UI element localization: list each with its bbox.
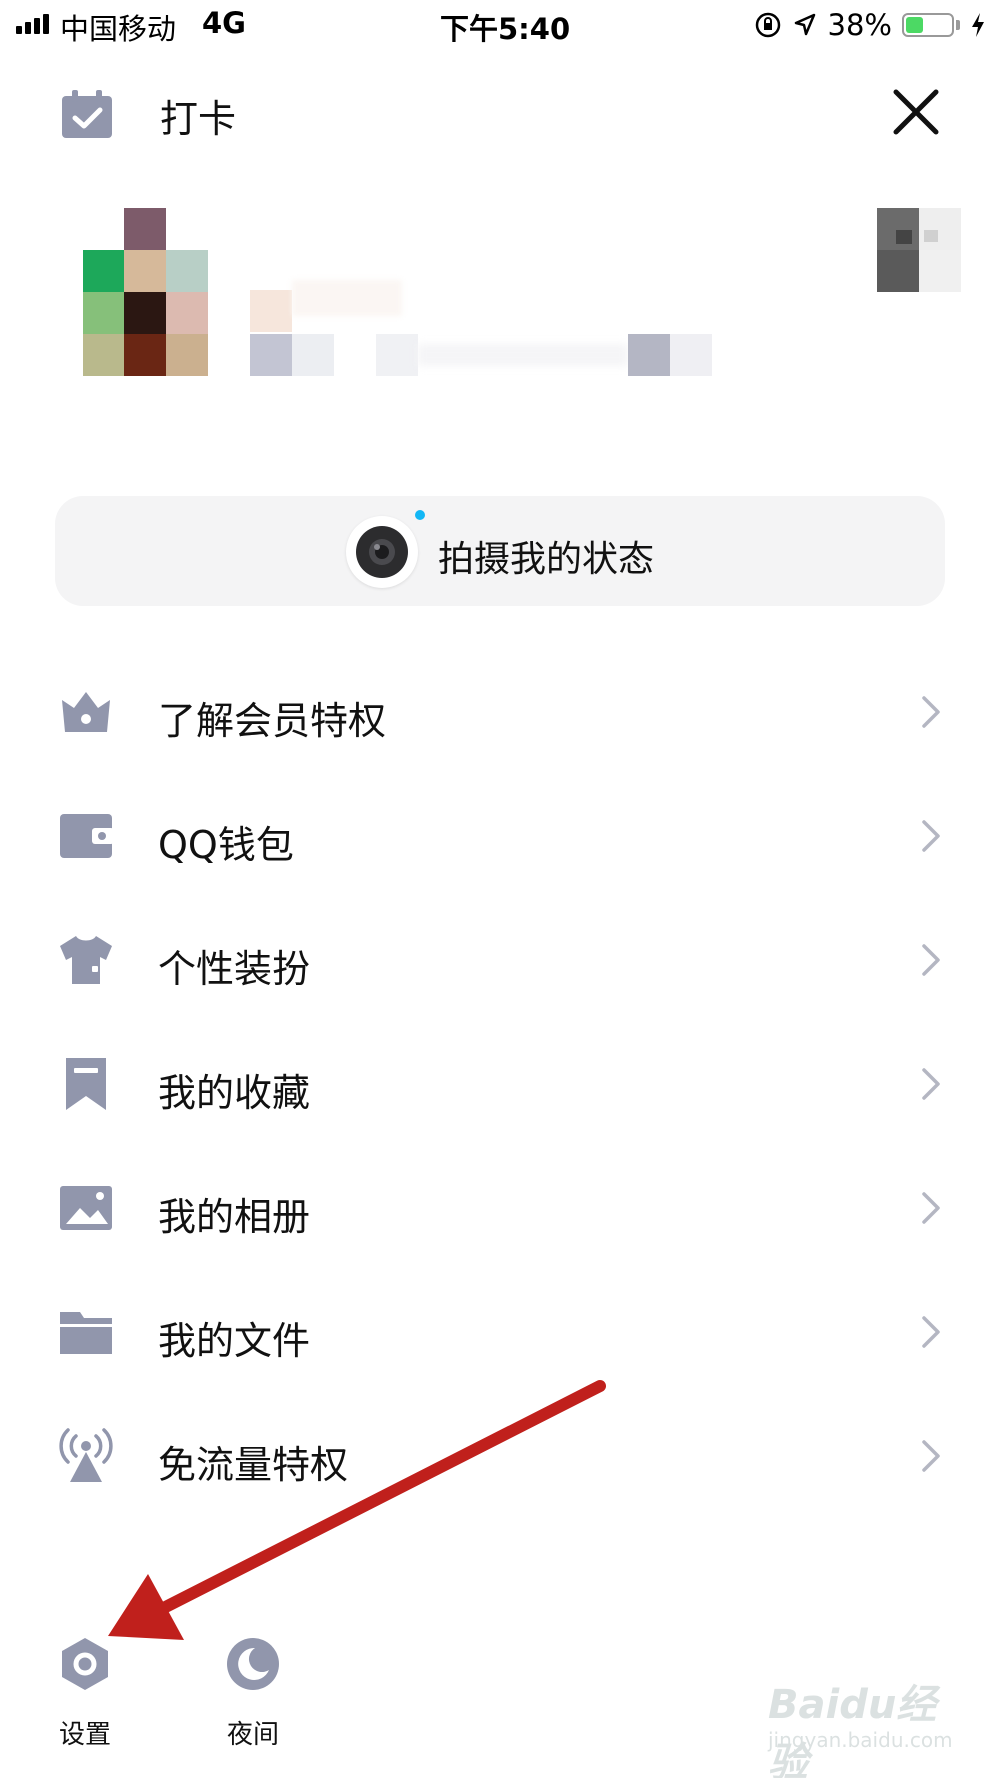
signal-tower-icon [59,1428,113,1482]
avatar-pixel [83,292,125,334]
wallet-icon [60,814,114,858]
baidu-watermark: Baidu经验 jingyan.baidu.com [768,1672,968,1778]
battery-icon [902,13,954,37]
settings-label: 设置 [58,1720,111,1750]
profile-drawer: 中国移动 4G 下午5:40 38% 打卡 拍摄我的状态 了解会员特权 QQ钱包… [0,0,1000,1778]
folder-icon [60,1312,112,1354]
chevron-right-icon [922,944,940,976]
network-type: 4G [202,6,246,40]
camera-lens [356,526,408,578]
calendar-check-icon[interactable] [60,90,114,140]
avatar-pixel [83,250,125,292]
battery-cap [956,20,960,30]
location-icon [794,13,815,36]
menu-item-label: 我的收藏 [158,1071,311,1115]
qr-pixel [919,208,961,250]
avatar-pixel [83,334,125,376]
menu-item-label: QQ钱包 [158,823,294,867]
menu-item-label: 个性装扮 [158,947,311,991]
gear-icon [62,1638,108,1690]
avatar-pixel [124,208,166,250]
qr-pixel [877,250,919,292]
status-time: 下午5:40 [440,12,571,46]
menu-item-files[interactable]: 我的文件 [0,1278,1000,1388]
qr-pixel [924,230,938,242]
avatar-pixel [166,292,208,334]
menu-item-label: 了解会员特权 [158,699,387,743]
watermark-brand: Baidu经验 [768,1682,937,1778]
chevron-right-icon [922,1068,940,1100]
signature-pixel [670,334,712,376]
close-icon[interactable] [890,86,942,138]
carrier-name: 中国移动 [60,12,177,46]
menu-item-label: 我的文件 [158,1319,311,1363]
chevron-right-icon [922,820,940,852]
crown-icon [62,692,110,732]
night-mode-label: 夜间 [226,1720,279,1750]
bookmark-icon [66,1058,106,1110]
camera-icon[interactable] [346,516,418,588]
avatar-pixel [166,250,208,292]
chevron-right-icon [922,696,940,728]
signature-pixel [628,334,670,376]
battery-fill [906,17,923,33]
signature-pixel [250,334,292,376]
settings-button[interactable]: 设置 [25,1636,145,1766]
watermark-url: jingyan.baidu.com [768,1728,953,1752]
rotation-lock-icon [755,12,780,38]
new-indicator-dot [415,510,425,520]
menu-item-label: 免流量特权 [158,1443,349,1487]
menu-item-vip[interactable]: 了解会员特权 [0,658,1000,768]
menu-item-free-data[interactable]: 免流量特权 [0,1402,1000,1512]
menu-item-label: 我的相册 [158,1195,311,1239]
checkin-title[interactable]: 打卡 [160,88,236,143]
signature-pixel [376,334,418,376]
image-icon [60,1186,112,1230]
capture-status-label: 拍摄我的状态 [438,539,655,580]
status-bar: 中国移动 4G 下午5:40 38% [0,0,1000,52]
charging-icon [972,13,984,37]
status-right: 38% [754,8,986,42]
avatar-pixel [124,250,166,292]
chevron-right-icon [922,1440,940,1472]
menu-item-wallet[interactable]: QQ钱包 [0,782,1000,892]
battery-percent: 38% [827,8,892,42]
signature-pixel [292,334,334,376]
menu-item-album[interactable]: 我的相册 [0,1154,1000,1264]
nickname-pixel [292,280,402,316]
qr-pixel [896,230,912,244]
signal-icon [16,12,49,34]
chevron-right-icon [922,1316,940,1348]
avatar-pixel [124,292,166,334]
avatar-pixel [166,334,208,376]
menu-item-favorites[interactable]: 我的收藏 [0,1030,1000,1140]
tshirt-icon [60,936,112,984]
nickname-pixel [250,290,292,332]
avatar-pixel [124,334,166,376]
night-mode-button[interactable]: 夜间 [193,1636,313,1766]
qr-pixel [919,250,961,292]
menu-item-personalize[interactable]: 个性装扮 [0,906,1000,1016]
signature-pixel [418,344,628,366]
chevron-right-icon [922,1192,940,1224]
moon-icon [227,1638,279,1690]
